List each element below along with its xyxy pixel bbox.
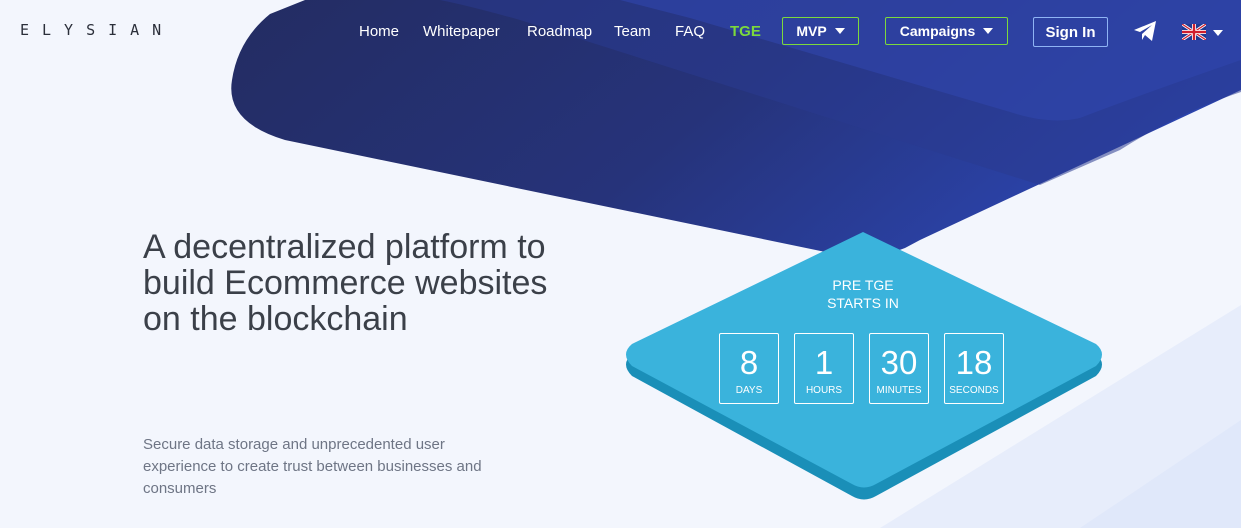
countdown-line2: STARTS IN xyxy=(827,295,899,311)
countdown-days-label: DAYS xyxy=(735,385,763,396)
chevron-down-icon xyxy=(834,28,845,34)
campaigns-dropdown-button[interactable]: Campaigns xyxy=(885,17,1008,45)
nav-whitepaper[interactable]: Whitepaper xyxy=(423,23,500,40)
countdown-hours-value: 1 xyxy=(814,344,834,381)
nav-faq[interactable]: FAQ xyxy=(675,23,705,40)
mvp-dropdown-button[interactable]: MVP xyxy=(782,17,859,45)
countdown-minutes-label: MINUTES xyxy=(876,385,922,396)
uk-flag-icon[interactable] xyxy=(1182,24,1206,40)
countdown-seconds: 18 SECONDS xyxy=(944,333,1004,404)
countdown-line1: PRE TGE xyxy=(832,277,894,293)
countdown-hours: 1 HOURS xyxy=(794,333,854,404)
countdown-days-value: 8 xyxy=(739,344,759,381)
sign-in-button[interactable]: Sign In xyxy=(1033,17,1108,47)
countdown-diamond xyxy=(626,232,1102,500)
nav-tge[interactable]: TGE xyxy=(730,23,761,40)
chevron-down-icon xyxy=(983,28,994,34)
countdown-heading: PRE TGE STARTS IN xyxy=(763,276,963,312)
nav-team[interactable]: Team xyxy=(614,23,651,40)
campaigns-label: Campaigns xyxy=(899,23,976,39)
countdown-days: 8 DAYS xyxy=(719,333,779,404)
hero-title: A decentralized platform to build Ecomme… xyxy=(143,228,548,338)
countdown-minutes: 30 MINUTES xyxy=(869,333,929,404)
language-chevron-down-icon[interactable] xyxy=(1213,30,1223,36)
hero-subtitle: Secure data storage and unprecedented us… xyxy=(143,436,482,497)
telegram-icon[interactable] xyxy=(1133,20,1157,42)
nav-home[interactable]: Home xyxy=(359,23,399,40)
countdown-minutes-value: 30 xyxy=(880,344,918,381)
nav-roadmap[interactable]: Roadmap xyxy=(527,23,592,40)
countdown-seconds-value: 18 xyxy=(955,344,993,381)
countdown-hours-label: HOURS xyxy=(805,385,843,396)
sign-in-label: Sign In xyxy=(1045,23,1096,41)
countdown-seconds-label: SECONDS xyxy=(949,385,999,396)
main-nav: Home Whitepaper Roadmap Team FAQ TGE MVP… xyxy=(0,0,1241,64)
mvp-label: MVP xyxy=(796,23,827,39)
